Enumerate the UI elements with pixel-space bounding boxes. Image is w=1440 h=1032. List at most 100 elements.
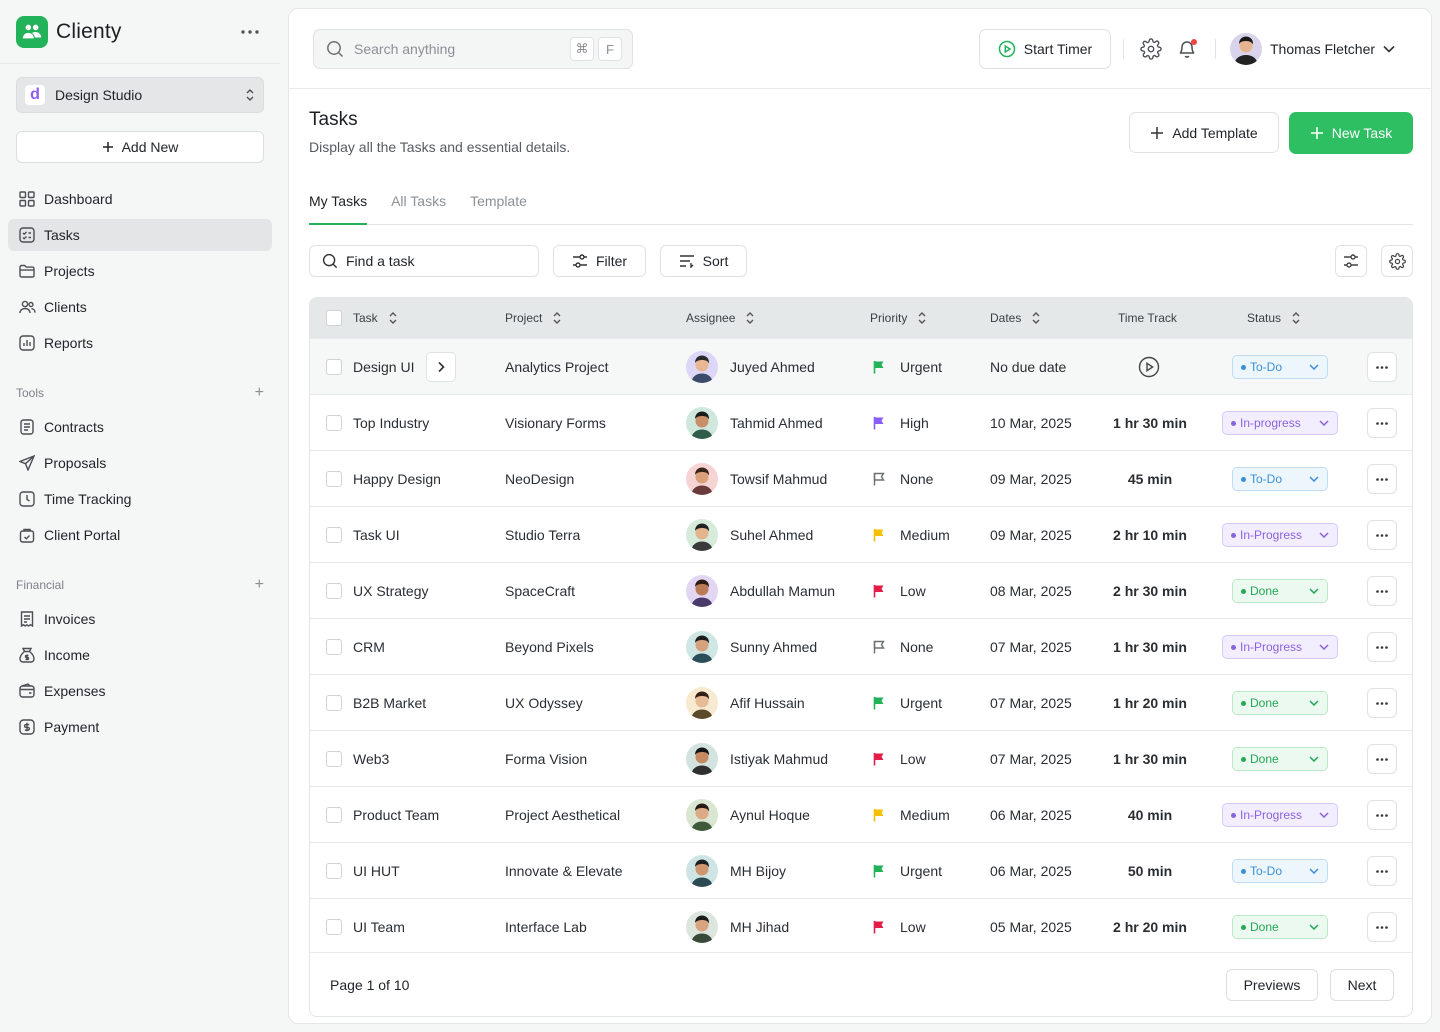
- user-menu[interactable]: Thomas Fletcher: [1230, 33, 1395, 65]
- table-row[interactable]: Design UI Analytics Project Juyed Ahmed Urg…: [310, 338, 1412, 394]
- task-name[interactable]: Design UI: [353, 359, 414, 375]
- sidebar-item-dashboard[interactable]: Dashboard: [8, 183, 272, 215]
- more-horizontal-icon[interactable]: [1367, 464, 1397, 494]
- view-options-button[interactable]: [1335, 245, 1367, 277]
- table-row[interactable]: B2B Market UX Odyssey Afif Hussain Urgent 07…: [310, 674, 1412, 730]
- table-row[interactable]: CRM Beyond Pixels Sunny Ahmed None 07 Mar, 2…: [310, 618, 1412, 674]
- find-task-input[interactable]: Find a task: [309, 245, 539, 277]
- sidebar-item-expenses[interactable]: Expenses: [8, 675, 272, 707]
- row-checkbox[interactable]: [326, 471, 342, 487]
- task-name[interactable]: CRM: [353, 639, 385, 655]
- sidebar-item-reports[interactable]: Reports: [8, 327, 272, 359]
- task-name[interactable]: Top Industry: [353, 415, 429, 431]
- status-dropdown[interactable]: In-progress: [1222, 411, 1338, 435]
- select-all-checkbox[interactable]: [326, 310, 342, 326]
- table-row[interactable]: Web3 Forma Vision Istiyak Mahmud Low 07 Mar,…: [310, 730, 1412, 786]
- sidebar-item-contracts[interactable]: Contracts: [8, 411, 272, 443]
- row-checkbox[interactable]: [326, 807, 342, 823]
- sidebar-item-invoices[interactable]: Invoices: [8, 603, 272, 635]
- status-dropdown[interactable]: In-Progress: [1222, 803, 1338, 827]
- settings-gear-icon[interactable]: [1139, 37, 1163, 61]
- column-header-priority[interactable]: Priority: [870, 298, 927, 338]
- next-page-button[interactable]: Next: [1330, 968, 1394, 1001]
- status-dropdown[interactable]: To-Do: [1232, 859, 1328, 883]
- task-name[interactable]: B2B Market: [353, 695, 426, 711]
- more-horizontal-icon[interactable]: [1367, 912, 1397, 942]
- status-dropdown[interactable]: Done: [1232, 915, 1328, 939]
- task-name[interactable]: UI HUT: [353, 863, 400, 879]
- filter-button[interactable]: Filter: [553, 245, 646, 277]
- add-new-button[interactable]: Add New: [16, 131, 264, 163]
- table-row[interactable]: UI Team Interface Lab MH Jihad Low 05 Mar, 2…: [310, 898, 1412, 954]
- more-horizontal-icon[interactable]: [1367, 520, 1397, 550]
- start-time-track-button[interactable]: [1138, 339, 1160, 395]
- status-dropdown[interactable]: To-Do: [1232, 355, 1328, 379]
- chevron-right-icon[interactable]: [426, 352, 457, 382]
- task-name[interactable]: Web3: [353, 751, 389, 767]
- sidebar-item-clients[interactable]: Clients: [8, 291, 272, 323]
- table-settings-button[interactable]: [1381, 245, 1413, 277]
- table-row[interactable]: Happy Design NeoDesign Towsif Mahmud None 09…: [310, 450, 1412, 506]
- table-row[interactable]: UX Strategy SpaceCraft Abdullah Mamun Low 08…: [310, 562, 1412, 618]
- sidebar-item-income[interactable]: Income: [8, 639, 272, 671]
- row-checkbox[interactable]: [326, 695, 342, 711]
- add-tool-plus-icon[interactable]: +: [255, 385, 264, 401]
- row-checkbox[interactable]: [326, 639, 342, 655]
- task-name[interactable]: Happy Design: [353, 471, 441, 487]
- add-financial-plus-icon[interactable]: +: [255, 577, 264, 593]
- previous-page-button[interactable]: Previews: [1226, 968, 1318, 1001]
- workspace-switcher[interactable]: d Design Studio: [16, 77, 264, 113]
- status-dropdown[interactable]: To-Do: [1232, 467, 1328, 491]
- sidebar-item-time-tracking[interactable]: Time Tracking: [8, 483, 272, 515]
- row-checkbox[interactable]: [326, 751, 342, 767]
- chevron-down-icon: [1309, 700, 1319, 706]
- row-checkbox[interactable]: [326, 863, 342, 879]
- more-horizontal-icon[interactable]: [1367, 856, 1397, 886]
- sort-button[interactable]: Sort: [660, 245, 747, 277]
- tab-all-tasks[interactable]: All Tasks: [391, 185, 446, 225]
- task-name[interactable]: UX Strategy: [353, 583, 428, 599]
- tab-template[interactable]: Template: [470, 185, 527, 225]
- status-dropdown[interactable]: Done: [1232, 691, 1328, 715]
- row-checkbox[interactable]: [326, 919, 342, 935]
- table-row[interactable]: Product Team Project Aesthetical Aynul Hoq…: [310, 786, 1412, 842]
- sidebar-item-projects[interactable]: Projects: [8, 255, 272, 287]
- status-dropdown[interactable]: In-Progress: [1222, 523, 1338, 547]
- sidebar-item-proposals[interactable]: Proposals: [8, 447, 272, 479]
- new-task-button[interactable]: New Task: [1289, 112, 1413, 154]
- more-horizontal-icon[interactable]: [1367, 632, 1397, 662]
- row-checkbox[interactable]: [326, 415, 342, 431]
- more-horizontal-icon[interactable]: [1367, 744, 1397, 774]
- more-horizontal-icon[interactable]: [1367, 800, 1397, 830]
- task-name[interactable]: UI Team: [353, 919, 405, 935]
- sidebar-item-payment[interactable]: Payment: [8, 711, 272, 743]
- table-row[interactable]: UI HUT Innovate & Elevate MH Bijoy Urgent 06…: [310, 842, 1412, 898]
- column-header-assignee[interactable]: Assignee: [686, 298, 755, 338]
- more-horizontal-icon[interactable]: [1367, 408, 1397, 438]
- more-horizontal-icon[interactable]: [1367, 688, 1397, 718]
- row-checkbox[interactable]: [326, 583, 342, 599]
- sidebar-item-tasks[interactable]: Tasks: [8, 219, 272, 251]
- row-checkbox[interactable]: [326, 527, 342, 543]
- status-dropdown[interactable]: In-Progress: [1222, 635, 1338, 659]
- column-header-project[interactable]: Project: [505, 298, 562, 338]
- add-template-button[interactable]: Add Template: [1129, 112, 1279, 153]
- row-checkbox[interactable]: [326, 359, 342, 375]
- more-horizontal-icon[interactable]: [1367, 576, 1397, 606]
- notification-bell-icon[interactable]: [1175, 37, 1199, 61]
- column-header-status[interactable]: Status: [1247, 298, 1301, 338]
- table-row[interactable]: Top Industry Visionary Forms Tahmid Ahmed H…: [310, 394, 1412, 450]
- task-name[interactable]: Task UI: [353, 527, 400, 543]
- status-dropdown[interactable]: Done: [1232, 579, 1328, 603]
- sidebar-item-client-portal[interactable]: Client Portal: [8, 519, 272, 551]
- start-timer-button[interactable]: Start Timer: [979, 29, 1111, 69]
- more-horizontal-icon[interactable]: [1367, 352, 1397, 382]
- more-horizontal-icon[interactable]: [236, 18, 264, 46]
- column-header-task[interactable]: Task: [353, 298, 398, 338]
- task-name[interactable]: Product Team: [353, 807, 439, 823]
- table-row[interactable]: Task UI Studio Terra Suhel Ahmed Medium 09 M…: [310, 506, 1412, 562]
- status-dropdown[interactable]: Done: [1232, 747, 1328, 771]
- global-search-input[interactable]: Search anything ⌘ F: [313, 29, 633, 69]
- tab-my-tasks[interactable]: My Tasks: [309, 185, 368, 225]
- column-header-dates[interactable]: Dates: [990, 298, 1041, 338]
